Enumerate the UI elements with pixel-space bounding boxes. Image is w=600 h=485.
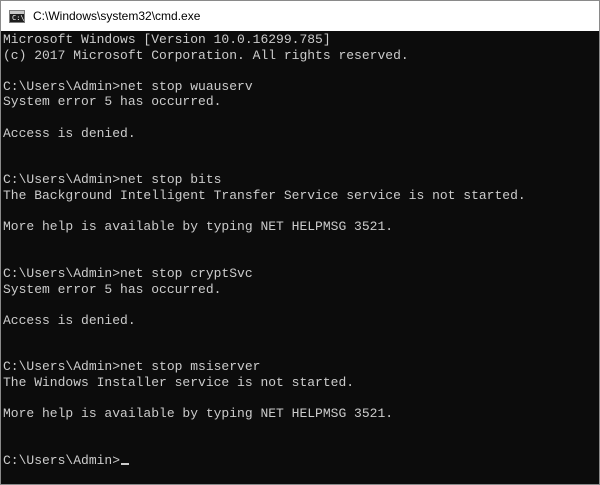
console-line: (c) 2017 Microsoft Corporation. All righ… — [3, 47, 409, 63]
console-line: C:\Users\Admin>net stop wuauserv — [3, 78, 253, 94]
console-line: C:\Users\Admin>net stop msiserver — [3, 359, 261, 375]
console-line: System error 5 has occurred. — [3, 94, 222, 110]
console-line: Access is denied. — [3, 312, 136, 328]
title-bar[interactable]: C:\ C:\Windows\system32\cmd.exe — [1, 1, 599, 31]
command-prompt-line[interactable]: C:\Users\Admin> — [3, 453, 599, 469]
text-cursor — [121, 463, 130, 466]
command-prompt: C:\Users\Admin> — [3, 453, 121, 469]
console-line: The Windows Installer service is not sta… — [3, 375, 355, 391]
console-line: C:\Users\Admin>net stop cryptSvc — [3, 265, 253, 281]
cmd-window[interactable]: C:\ C:\Windows\system32\cmd.exe Microsof… — [0, 0, 600, 485]
console-line: C:\Users\Admin>net stop bits — [3, 172, 222, 188]
cmd-icon: C:\ — [9, 9, 25, 23]
console-line: The Background Intelligent Transfer Serv… — [3, 187, 526, 203]
console-line: System error 5 has occurred. — [3, 281, 222, 297]
icon-prompt-glyph: C:\ — [12, 13, 25, 22]
console-line: More help is available by typing NET HEL… — [3, 219, 394, 235]
console-line: Microsoft Windows [Version 10.0.16299.78… — [3, 32, 331, 47]
window-title: C:\Windows\system32\cmd.exe — [33, 9, 201, 23]
console-output[interactable]: Microsoft Windows [Version 10.0.16299.78… — [1, 32, 599, 484]
console-line: More help is available by typing NET HEL… — [3, 406, 394, 422]
console-line: Access is denied. — [3, 125, 136, 141]
